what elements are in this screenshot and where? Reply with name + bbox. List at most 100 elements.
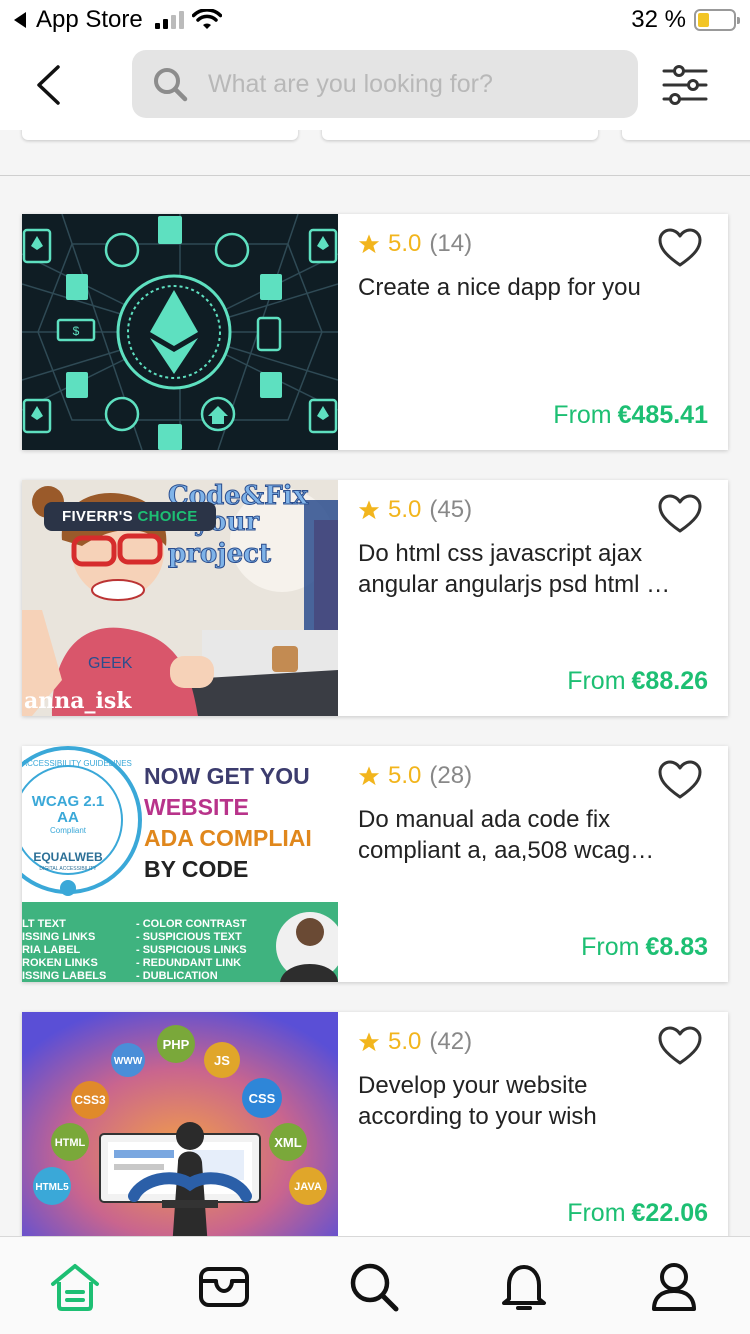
status-bar: App Store 32 % bbox=[0, 0, 750, 40]
gig-thumbnail[interactable]: Code&Fix your project GEEK anna_isk FIVE… bbox=[22, 480, 338, 716]
seal-small: Compliant bbox=[50, 826, 87, 835]
gig-card-body: 5.0 (42) Develop your website according … bbox=[358, 1012, 728, 1248]
gig-rating: 5.0 (42) bbox=[358, 1028, 472, 1056]
gig-price: From €8.83 bbox=[581, 933, 708, 962]
status-left: App Store bbox=[14, 6, 222, 34]
gig-price: From €22.06 bbox=[567, 1199, 708, 1228]
filter-button[interactable] bbox=[660, 62, 710, 108]
star-icon bbox=[358, 1032, 380, 1052]
ada-compliance-image: ENT ACCESSIBILITY GUIDELINES WCAG 2.1 AA… bbox=[22, 746, 338, 982]
tab-inbox[interactable] bbox=[194, 1259, 254, 1315]
search-icon bbox=[350, 1263, 399, 1312]
status-right: 32 % bbox=[631, 6, 740, 34]
star-icon bbox=[358, 234, 380, 254]
gig-thumbnail[interactable]: $ bbox=[22, 214, 338, 450]
gig-card-body: 5.0 (45) Do html css javascript ajax ang… bbox=[358, 480, 728, 716]
gig-price: From €88.26 bbox=[567, 667, 708, 696]
heart-icon[interactable] bbox=[658, 760, 702, 800]
cellular-signal-icon bbox=[154, 11, 184, 29]
gig-price: From €485.41 bbox=[553, 401, 708, 430]
rating-score: 5.0 bbox=[388, 496, 422, 523]
gig-title[interactable]: Create a nice dapp for you bbox=[358, 272, 688, 303]
gig-card-body: 5.0 (14) Create a nice dapp for you From… bbox=[358, 214, 728, 450]
tab-profile[interactable] bbox=[644, 1259, 704, 1315]
rating-count: (45) bbox=[429, 496, 473, 523]
back-button[interactable] bbox=[28, 62, 68, 108]
thumb-list-right-item: - SUSPICIOUS TEXT bbox=[136, 931, 242, 943]
tab-home[interactable] bbox=[45, 1259, 105, 1315]
badge-suffix: CHOICE bbox=[137, 508, 198, 525]
category-chip[interactable] bbox=[622, 130, 750, 140]
battery-percent: 32 % bbox=[631, 6, 686, 33]
back-to-app-icon[interactable] bbox=[14, 12, 26, 28]
tech-bubble-label: JS bbox=[214, 1053, 230, 1068]
battery-icon bbox=[694, 9, 740, 31]
gig-rating: 5.0 (28) bbox=[358, 762, 472, 790]
category-chip[interactable] bbox=[22, 130, 298, 140]
search-icon bbox=[154, 68, 188, 102]
price-amount: €22.06 bbox=[631, 1199, 708, 1227]
wifi-icon bbox=[191, 9, 222, 29]
tech-bubble-label: CSS3 bbox=[74, 1093, 106, 1107]
gig-card[interactable]: Code&Fix your project GEEK anna_isk FIVE… bbox=[22, 480, 728, 716]
tab-notifications[interactable] bbox=[494, 1259, 554, 1315]
rating-score: 5.0 bbox=[388, 230, 422, 257]
gig-card[interactable]: $ 5.0 (14) Create a nice dapp for you Fr… bbox=[22, 214, 728, 450]
price-amount: €8.83 bbox=[645, 933, 708, 961]
gig-card[interactable]: PHP WWW JS CSS3 CSS HTML XML HTML5 JAVA … bbox=[22, 1012, 728, 1248]
thumb-list-right-item: - REDUNDANT LINK bbox=[136, 957, 241, 969]
price-amount: €485.41 bbox=[617, 401, 708, 429]
fiverrs-choice-badge: FIVERR'S CHOICE bbox=[44, 502, 216, 531]
badge-prefix: FIVERR'S bbox=[62, 508, 133, 525]
search-bar[interactable] bbox=[132, 50, 638, 118]
web-development-illustration-image: PHP WWW JS CSS3 CSS HTML XML HTML5 JAVA bbox=[22, 1012, 338, 1248]
thumb-list-right-item: - COLOR CONTRAST bbox=[136, 918, 247, 930]
gig-card[interactable]: ENT ACCESSIBILITY GUIDELINES WCAG 2.1 AA… bbox=[22, 746, 728, 982]
profile-icon bbox=[652, 1263, 696, 1311]
svg-text:$: $ bbox=[73, 324, 80, 338]
price-amount: €88.26 bbox=[631, 667, 708, 695]
thumb-headline-1: NOW GET YOU bbox=[144, 763, 310, 789]
star-icon bbox=[358, 500, 380, 520]
thumb-cap-text: GEEK bbox=[88, 655, 133, 672]
gig-title[interactable]: Do html css javascript ajax angular angu… bbox=[358, 538, 688, 600]
category-chips-strip[interactable] bbox=[0, 130, 750, 176]
tech-bubble-label: WWW bbox=[114, 1056, 143, 1067]
thumb-list-left-item: LT TEXT bbox=[22, 918, 66, 930]
seal-brand: EQUALWEB bbox=[33, 850, 103, 864]
battery-level bbox=[698, 13, 709, 27]
gig-title[interactable]: Do manual ada code fix compliant a, aa,5… bbox=[358, 804, 688, 866]
gig-thumbnail[interactable]: PHP WWW JS CSS3 CSS HTML XML HTML5 JAVA bbox=[22, 1012, 338, 1248]
seal-ring-text: ENT ACCESSIBILITY GUIDELINES bbox=[22, 759, 132, 768]
tab-search[interactable] bbox=[344, 1259, 404, 1315]
price-from-label: From bbox=[581, 933, 640, 961]
rating-count: (14) bbox=[429, 230, 473, 257]
thumb-list-left-item: ROKEN LINKS bbox=[22, 957, 98, 969]
chevron-left-icon bbox=[37, 65, 60, 105]
price-from-label: From bbox=[567, 667, 626, 695]
tech-bubble-label: JAVA bbox=[294, 1181, 322, 1193]
inbox-icon bbox=[199, 1267, 249, 1307]
seal-level: AA bbox=[57, 809, 79, 826]
thumb-list-left-item: ISSING LINKS bbox=[22, 931, 95, 943]
bell-icon bbox=[502, 1265, 546, 1310]
star-icon bbox=[358, 766, 380, 786]
gig-title[interactable]: Develop your website according to your w… bbox=[358, 1070, 688, 1132]
tech-bubble-label: PHP bbox=[163, 1037, 190, 1052]
rating-score: 5.0 bbox=[388, 762, 422, 789]
back-to-app-label[interactable]: App Store bbox=[36, 6, 143, 34]
gig-rating: 5.0 (14) bbox=[358, 230, 472, 258]
heart-icon[interactable] bbox=[658, 1026, 702, 1066]
category-chip[interactable] bbox=[322, 130, 598, 140]
gig-thumbnail[interactable]: ENT ACCESSIBILITY GUIDELINES WCAG 2.1 AA… bbox=[22, 746, 338, 982]
gig-card-body: 5.0 (28) Do manual ada code fix complian… bbox=[358, 746, 728, 982]
tech-bubble-label: HTML bbox=[55, 1137, 86, 1149]
heart-icon[interactable] bbox=[658, 228, 702, 268]
heart-icon[interactable] bbox=[658, 494, 702, 534]
seal-brand-sub: DIGITAL ACCESSIBILITY bbox=[39, 866, 97, 872]
seal-wcag: WCAG 2.1 bbox=[32, 793, 105, 810]
rating-count: (28) bbox=[429, 762, 473, 789]
search-input[interactable] bbox=[208, 69, 608, 99]
thumb-headline-2: WEBSITE bbox=[144, 794, 249, 820]
thumb-headline-3: project bbox=[168, 539, 271, 569]
